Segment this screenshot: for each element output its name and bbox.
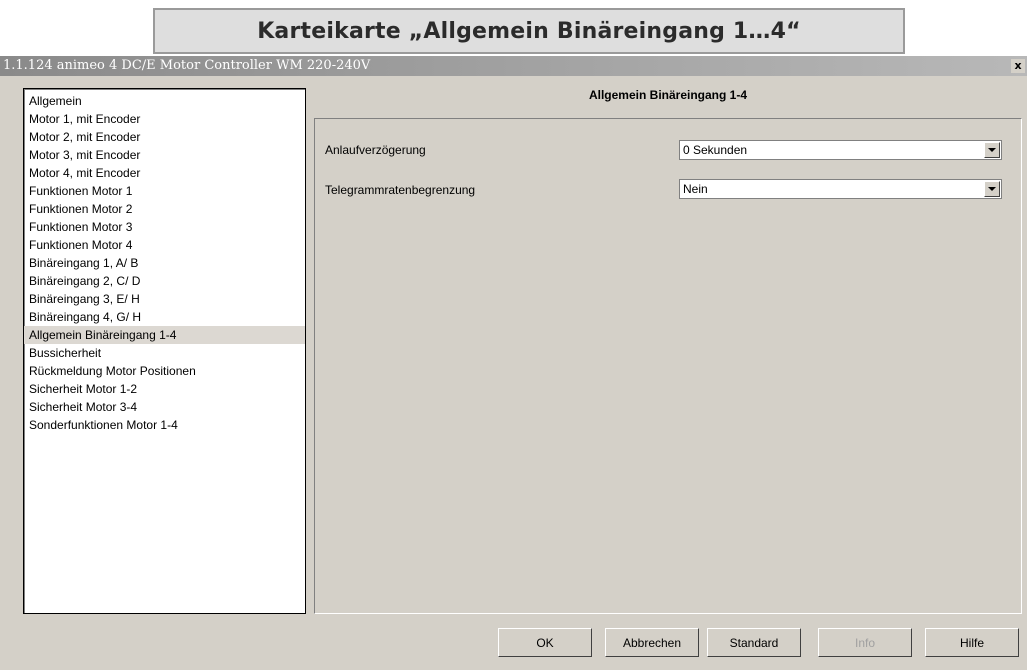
telegrammratenbegrenzung-value: Nein [683,182,708,196]
nav-item-allgemein[interactable]: Allgemein [24,92,305,110]
telegrammratenbegrenzung-select[interactable]: Nein [679,179,1002,199]
nav-item-binaereingang-2[interactable]: Binäreingang 2, C/ D [24,272,305,290]
dialog-window: 1.1.124 animeo 4 DC/E Motor Controller W… [0,56,1027,670]
nav-item-sonderfunktionen[interactable]: Sonderfunktionen Motor 1-4 [24,416,305,434]
help-button[interactable]: Hilfe [925,628,1019,657]
nav-item-rueckmeldung[interactable]: Rückmeldung Motor Positionen [24,362,305,380]
page-banner: Karteikarte „Allgemein Binäreingang 1…4“ [153,8,905,54]
content-title: Allgemein Binäreingang 1-4 [588,88,748,102]
info-button[interactable]: Info [818,628,912,657]
window-title: 1.1.124 animeo 4 DC/E Motor Controller W… [3,58,371,73]
parameter-list: Allgemein Motor 1, mit Encoder Motor 2, … [23,88,306,614]
nav-item-motor-1[interactable]: Motor 1, mit Encoder [24,110,305,128]
nav-item-funktionen-motor-4[interactable]: Funktionen Motor 4 [24,236,305,254]
nav-item-bussicherheit[interactable]: Bussicherheit [24,344,305,362]
chevron-down-icon[interactable] [984,181,1000,197]
nav-item-funktionen-motor-2[interactable]: Funktionen Motor 2 [24,200,305,218]
cancel-button[interactable]: Abbrechen [605,628,699,657]
nav-item-allgemein-binaereingang[interactable]: Allgemein Binäreingang 1-4 [24,326,305,344]
nav-item-funktionen-motor-3[interactable]: Funktionen Motor 3 [24,218,305,236]
close-icon[interactable]: x [1011,59,1025,73]
nav-item-sicherheit-motor-1-2[interactable]: Sicherheit Motor 1-2 [24,380,305,398]
nav-item-binaereingang-3[interactable]: Binäreingang 3, E/ H [24,290,305,308]
nav-item-motor-2[interactable]: Motor 2, mit Encoder [24,128,305,146]
nav-item-binaereingang-4[interactable]: Binäreingang 4, G/ H [24,308,305,326]
ok-button[interactable]: OK [498,628,592,657]
chevron-down-icon[interactable] [984,142,1000,158]
window-titlebar: 1.1.124 animeo 4 DC/E Motor Controller W… [0,56,1027,76]
nav-item-sicherheit-motor-3-4[interactable]: Sicherheit Motor 3-4 [24,398,305,416]
nav-item-binaereingang-1[interactable]: Binäreingang 1, A/ B [24,254,305,272]
nav-item-funktionen-motor-1[interactable]: Funktionen Motor 1 [24,182,305,200]
default-button[interactable]: Standard [707,628,801,657]
nav-item-motor-3[interactable]: Motor 3, mit Encoder [24,146,305,164]
param-label-anlaufverzoegerung: Anlaufverzögerung [325,143,426,157]
param-label-telegrammratenbegrenzung: Telegrammratenbegrenzung [325,183,476,197]
anlaufverzoegerung-value: 0 Sekunden [683,143,748,157]
nav-item-motor-4[interactable]: Motor 4, mit Encoder [24,164,305,182]
anlaufverzoegerung-select[interactable]: 0 Sekunden [679,140,1002,160]
